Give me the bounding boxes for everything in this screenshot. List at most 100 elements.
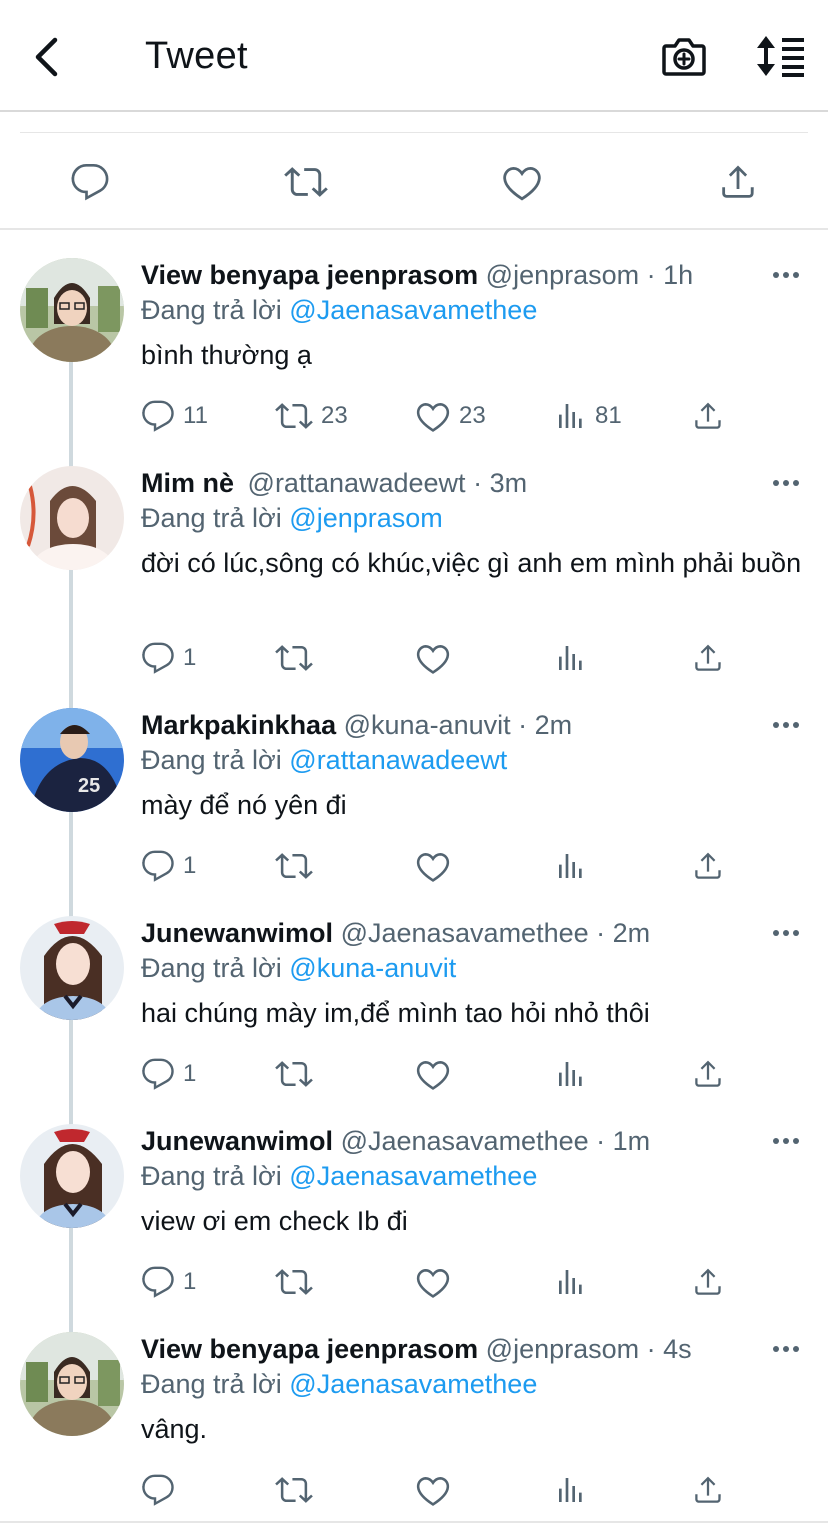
reply-button[interactable]: 1 xyxy=(141,638,196,678)
share-button[interactable] xyxy=(691,638,725,678)
display-name[interactable]: Junewanwimol xyxy=(141,1126,333,1156)
retweet-button[interactable] xyxy=(275,1262,313,1302)
like-button[interactable] xyxy=(415,1262,451,1302)
reply-button[interactable] xyxy=(68,160,112,204)
reply-button[interactable] xyxy=(141,1470,175,1510)
more-button[interactable] xyxy=(770,920,802,946)
heart-icon xyxy=(416,1269,450,1298)
retweet-button[interactable] xyxy=(275,1470,313,1510)
tweet-header: Junewanwimol @Jaenasavamethee · 2m xyxy=(141,916,650,950)
views-button[interactable]: 81 xyxy=(555,396,622,436)
more-button[interactable] xyxy=(770,262,802,288)
reply-count: 1 xyxy=(183,644,197,671)
main-tweet-actions xyxy=(0,140,828,230)
reply-button[interactable]: 1 xyxy=(141,1054,196,1094)
share-icon xyxy=(695,644,721,671)
timestamp: · 2m xyxy=(518,710,573,740)
mention-link[interactable]: @Jaenasavamethee xyxy=(289,1161,537,1191)
avatar[interactable] xyxy=(20,258,124,362)
display-name[interactable]: Junewanwimol xyxy=(141,918,333,948)
views-button[interactable] xyxy=(555,1262,587,1302)
reply-button[interactable]: 1 xyxy=(141,1262,196,1302)
more-button[interactable] xyxy=(770,1128,802,1154)
share-button[interactable] xyxy=(716,160,760,204)
user-handle[interactable]: @kuna-anuvit xyxy=(344,710,511,740)
divider xyxy=(0,1521,828,1523)
replying-label: Đang trả lời xyxy=(141,953,282,983)
like-button[interactable]: 23 xyxy=(415,396,486,436)
more-button[interactable] xyxy=(770,712,802,738)
user-handle[interactable]: @jenprasom xyxy=(486,260,639,290)
like-button[interactable] xyxy=(415,1054,451,1094)
retweet-button[interactable] xyxy=(275,638,313,678)
retweet-button[interactable] xyxy=(275,846,313,886)
mention-link[interactable]: @kuna-anuvit xyxy=(289,953,456,983)
mention-link[interactable]: @jenprasom xyxy=(289,503,442,533)
more-icon xyxy=(773,930,799,936)
display-name[interactable]: Markpakinkhaa xyxy=(141,710,336,740)
back-button[interactable] xyxy=(26,34,66,80)
like-button[interactable] xyxy=(415,846,451,886)
timestamp: · 1h xyxy=(646,260,694,290)
heart-icon xyxy=(416,853,450,882)
reply-icon xyxy=(142,850,174,882)
heart-icon xyxy=(503,166,541,201)
replying-label: Đang trả lời xyxy=(141,745,282,775)
display-name[interactable]: View benyapa jeenprasom xyxy=(141,1334,478,1364)
more-button[interactable] xyxy=(770,470,802,496)
camera-button[interactable] xyxy=(660,34,708,78)
share-button[interactable] xyxy=(691,1054,725,1094)
mention-link[interactable]: @Jaenasavamethee xyxy=(289,295,537,325)
tweet-header: View benyapa jeenprasom @jenprasom · 4s xyxy=(141,1332,692,1366)
share-button[interactable] xyxy=(691,1262,725,1302)
mention-link[interactable]: @rattanawadeewt xyxy=(289,745,507,775)
reply-icon xyxy=(142,1474,174,1506)
mention-link[interactable]: @Jaenasavamethee xyxy=(289,1369,537,1399)
share-icon xyxy=(695,1060,721,1087)
timestamp: · 2m xyxy=(596,918,651,948)
display-name[interactable]: View benyapa jeenprasom xyxy=(141,260,478,290)
replying-to: Đang trả lời @jenprasom xyxy=(141,501,443,535)
share-button[interactable] xyxy=(691,1470,725,1510)
reply-button[interactable]: 1 xyxy=(141,846,196,886)
like-button[interactable] xyxy=(415,1470,451,1510)
sort-button[interactable] xyxy=(754,34,806,78)
avatar[interactable] xyxy=(20,916,124,1020)
replying-label: Đang trả lời xyxy=(141,503,282,533)
user-handle[interactable]: @Jaenasavamethee xyxy=(341,918,589,948)
more-button[interactable] xyxy=(770,1336,802,1362)
views-count: 81 xyxy=(595,402,622,429)
avatar[interactable] xyxy=(20,466,124,570)
retweet-icon xyxy=(275,1061,313,1087)
share-button[interactable] xyxy=(691,396,725,436)
user-handle[interactable]: @rattanawadeewt xyxy=(248,468,466,498)
avatar[interactable] xyxy=(20,1124,124,1228)
display-name[interactable]: Mim nè xyxy=(141,468,234,498)
like-button[interactable] xyxy=(500,160,544,204)
user-handle[interactable]: @Jaenasavamethee xyxy=(341,1126,589,1156)
tweet-actions: 1 xyxy=(141,1262,741,1302)
reply-count: 1 xyxy=(183,1060,197,1087)
views-button[interactable] xyxy=(555,1054,587,1094)
retweet-count: 23 xyxy=(321,402,348,429)
timestamp: · 1m xyxy=(596,1126,651,1156)
views-icon xyxy=(559,1270,582,1294)
retweet-button[interactable] xyxy=(275,1054,313,1094)
avatar[interactable]: 25 xyxy=(20,708,124,812)
tweet-header: View benyapa jeenprasom @jenprasom · 1h xyxy=(141,258,693,292)
user-handle[interactable]: @jenprasom xyxy=(486,1334,639,1364)
retweet-button[interactable] xyxy=(284,160,328,204)
reply-button[interactable]: 11 xyxy=(141,396,208,436)
views-button[interactable] xyxy=(555,638,587,678)
replying-label: Đang trả lời xyxy=(141,295,282,325)
views-button[interactable] xyxy=(555,1470,587,1510)
share-button[interactable] xyxy=(691,846,725,886)
views-icon xyxy=(559,404,582,428)
replying-label: Đang trả lời xyxy=(141,1161,282,1191)
views-button[interactable] xyxy=(555,846,587,886)
retweet-icon xyxy=(275,853,313,879)
replying-to: Đang trả lời @Jaenasavamethee xyxy=(141,293,537,327)
retweet-button[interactable]: 23 xyxy=(275,396,348,436)
like-button[interactable] xyxy=(415,638,451,678)
avatar[interactable] xyxy=(20,1332,124,1436)
